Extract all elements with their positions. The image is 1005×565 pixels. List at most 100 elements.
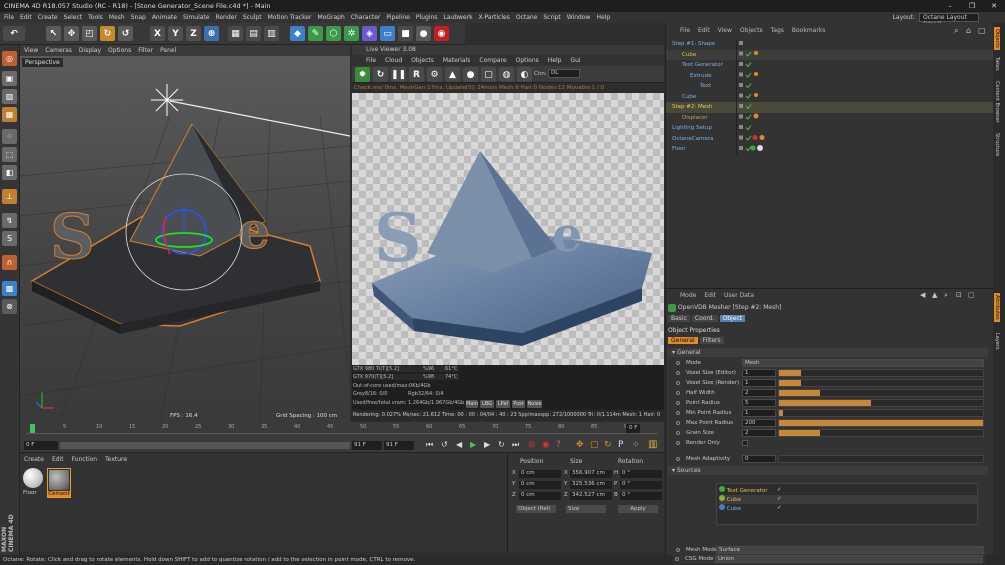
search-icon[interactable]: ⌕	[954, 26, 958, 36]
max-point-radius-slider[interactable]	[778, 419, 984, 427]
group-header-general[interactable]: ▾ General	[668, 348, 988, 357]
maximize-button[interactable]: ❐	[961, 0, 983, 12]
object-row-step2[interactable]: Step #2: Mesh	[666, 102, 994, 113]
viewport-menu-view[interactable]: View	[24, 47, 38, 54]
floor-icon[interactable]: ▭	[380, 26, 395, 41]
perspective-viewport[interactable]: S e Perspective FPS : 16.4 Grid Spacing …	[20, 56, 350, 422]
lock-icon[interactable]: ⊗	[2, 299, 17, 314]
point-radius-slider[interactable]	[778, 399, 984, 407]
voxel-size-editor-slider[interactable]	[778, 369, 984, 377]
position-y-field[interactable]: 0 cm	[519, 481, 561, 489]
csg-mode-dropdown[interactable]: Union	[715, 555, 983, 563]
settings-gear-icon[interactable]: ⚙	[427, 67, 442, 82]
render-settings-icon[interactable]: ▥	[264, 26, 279, 41]
subdivision-icon[interactable]: ⬡	[326, 26, 341, 41]
animation-dot-icon[interactable]	[676, 381, 680, 385]
axis-mode-icon[interactable]: ⊥	[2, 189, 17, 204]
back-arrow-icon[interactable]: ◀	[920, 291, 925, 299]
tab-object[interactable]: Object	[719, 315, 746, 322]
x-axis-icon[interactable]: X	[150, 26, 165, 41]
render-view-icon[interactable]: ▦	[228, 26, 243, 41]
menu-simulate[interactable]: Simulate	[183, 14, 210, 21]
animation-dot-icon[interactable]	[676, 371, 680, 375]
voxel-size-editor-field[interactable]: 1	[742, 369, 776, 377]
menu-edit[interactable]: Edit	[20, 14, 32, 21]
cube-icon[interactable]: ◆	[290, 26, 305, 41]
magnet-icon[interactable]: ∩	[2, 255, 17, 270]
y-axis-icon[interactable]: Y	[168, 26, 183, 41]
menu-snap[interactable]: Snap	[131, 14, 146, 21]
coordinate-system-icon[interactable]: ⊕	[204, 26, 219, 41]
light-icon[interactable]: ●	[416, 26, 431, 41]
mat-menu-create[interactable]: Create	[24, 456, 44, 463]
play-icon[interactable]: ▶	[470, 440, 476, 449]
search-icon[interactable]: ⌕	[944, 291, 948, 300]
am-menu-edit[interactable]: Edit	[704, 292, 716, 299]
make-editable-icon[interactable]: ◎	[2, 51, 17, 66]
lock-icon[interactable]: ⊡	[956, 291, 962, 299]
object-row-extrude[interactable]: Extrude	[666, 71, 994, 82]
preview-end-field[interactable]: 91 F	[352, 441, 382, 450]
current-frame-field[interactable]: 0 F	[626, 424, 641, 433]
end-frame-field[interactable]: 91 F	[384, 441, 414, 450]
menu-script[interactable]: Script	[543, 14, 560, 21]
workplane-grid-icon[interactable]: ▩	[2, 281, 17, 296]
octane-icon[interactable]: ◉	[434, 26, 449, 41]
menu-tools[interactable]: Tools	[88, 14, 103, 21]
menu-x-particles[interactable]: X-Particles	[479, 14, 510, 21]
restart-render-icon[interactable]: ↻	[373, 67, 388, 82]
min-point-radius-slider[interactable]	[778, 409, 984, 417]
om-menu-bookmarks[interactable]: Bookmarks	[792, 27, 826, 34]
lv-menu-compare[interactable]: Compare	[479, 57, 506, 64]
om-menu-file[interactable]: File	[680, 27, 690, 34]
menu-file[interactable]: File	[4, 14, 14, 21]
grain-size-field[interactable]: 2	[742, 429, 776, 437]
range-slider[interactable]	[60, 442, 350, 449]
animation-dot-icon[interactable]	[676, 457, 680, 461]
cloner-icon[interactable]: ✲	[344, 26, 359, 41]
prev-key-icon[interactable]: ↺	[441, 440, 448, 449]
menu-create[interactable]: Create	[38, 14, 58, 21]
layout-dropdown[interactable]: Octane Layout (User)	[919, 13, 979, 28]
object-row-displacer[interactable]: Displacer	[666, 113, 994, 124]
object-row-step1[interactable]: Step #1: Shape	[666, 39, 994, 50]
animation-dot-icon[interactable]	[676, 431, 680, 435]
keyframe-selection-icon[interactable]: ?	[556, 440, 561, 450]
start-frame-field[interactable]: 0 F	[24, 441, 58, 450]
om-menu-view[interactable]: View	[718, 27, 732, 34]
animation-dot-icon[interactable]	[676, 548, 680, 552]
object-row-text[interactable]: Text	[666, 81, 994, 92]
menu-sculpt[interactable]: Sculpt	[243, 14, 262, 21]
prev-frame-icon[interactable]: ◀	[456, 440, 462, 449]
polygons-mode-icon[interactable]: ◧	[2, 165, 17, 180]
move-icon[interactable]: ✥	[64, 26, 79, 41]
source-item[interactable]: Cube ✓	[719, 495, 977, 504]
undo-icon[interactable]: ↶	[3, 26, 25, 41]
playhead[interactable]	[30, 424, 35, 433]
mesh-mode-dropdown[interactable]: Surface	[716, 546, 984, 554]
position-x-field[interactable]: 0 cm	[519, 470, 561, 478]
tab-content-browser[interactable]: Content Browser	[994, 81, 1000, 123]
region-render-icon[interactable]: R	[409, 67, 424, 82]
size-mode-dropdown[interactable]: Size	[566, 505, 606, 513]
lv-menu-options[interactable]: Options	[516, 57, 539, 64]
tab-basic[interactable]: Basic	[668, 315, 690, 322]
menu-help[interactable]: Help	[596, 14, 610, 21]
tab-objects[interactable]: Objects	[994, 27, 1000, 50]
point-radius-field[interactable]: 5	[742, 399, 776, 407]
channel-dropdown[interactable]: DL	[548, 69, 580, 78]
close-button[interactable]: ✕	[983, 0, 1005, 12]
lbg-button[interactable]: LBG	[480, 400, 494, 408]
timeline-menu-icon[interactable]: ▥	[648, 439, 657, 450]
am-menu-user-data[interactable]: User Data	[724, 292, 754, 299]
minimize-button[interactable]: –	[939, 0, 961, 12]
select-icon[interactable]: ↖	[46, 26, 61, 41]
tab-takes[interactable]: Takes	[994, 57, 1000, 71]
object-row-text-generator[interactable]: Text Generator	[666, 60, 994, 71]
animation-dot-icon[interactable]	[676, 361, 680, 365]
camera-icon[interactable]: ■	[398, 26, 413, 41]
material-picker-icon[interactable]: ●	[463, 67, 478, 82]
menu-animate[interactable]: Animate	[152, 14, 177, 21]
region-icon[interactable]: ▢	[481, 67, 496, 82]
new-view-icon[interactable]: ▢	[978, 26, 986, 35]
